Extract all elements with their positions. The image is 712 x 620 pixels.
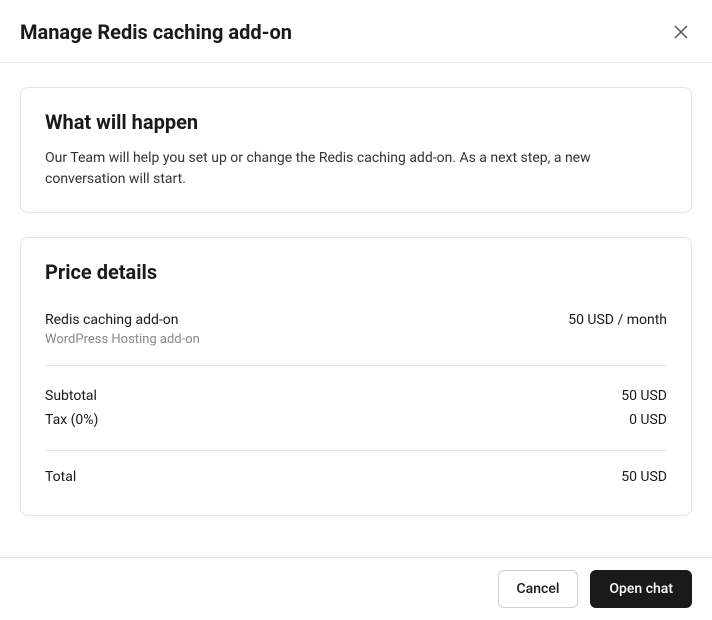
price-item-value: 50 USD / month [568,312,667,328]
modal-header: Manage Redis caching add-on [0,0,712,63]
info-title: What will happen [45,110,667,134]
price-details-title: Price details [45,260,667,284]
modal-footer: Cancel Open chat [0,557,712,620]
cancel-button[interactable]: Cancel [498,570,579,608]
price-line-item: Redis caching add-on WordPress Hosting a… [45,312,667,365]
tax-value: 0 USD [629,412,667,428]
total-value: 50 USD [621,469,667,485]
price-summary: Subtotal 50 USD Tax (0%) 0 USD [45,366,667,450]
close-button[interactable] [670,21,692,43]
page-title: Manage Redis caching add-on [20,20,292,44]
total-label: Total [45,469,76,485]
open-chat-button[interactable]: Open chat [590,570,692,608]
close-icon [674,25,688,39]
info-description: Our Team will help you set up or change … [45,148,667,190]
subtotal-row: Subtotal 50 USD [45,384,667,408]
info-card: What will happen Our Team will help you … [20,87,692,213]
price-item-left: Redis caching add-on WordPress Hosting a… [45,312,200,347]
tax-row: Tax (0%) 0 USD [45,408,667,432]
price-item-name: Redis caching add-on [45,312,200,328]
subtotal-value: 50 USD [621,388,667,404]
total-block: Total 50 USD [45,451,667,485]
price-item-sub: WordPress Hosting add-on [45,332,200,347]
price-details-card: Price details Redis caching add-on WordP… [20,237,692,516]
total-row: Total 50 USD [45,469,667,485]
subtotal-label: Subtotal [45,388,97,404]
tax-label: Tax (0%) [45,412,98,428]
modal-content: What will happen Our Team will help you … [0,63,712,564]
